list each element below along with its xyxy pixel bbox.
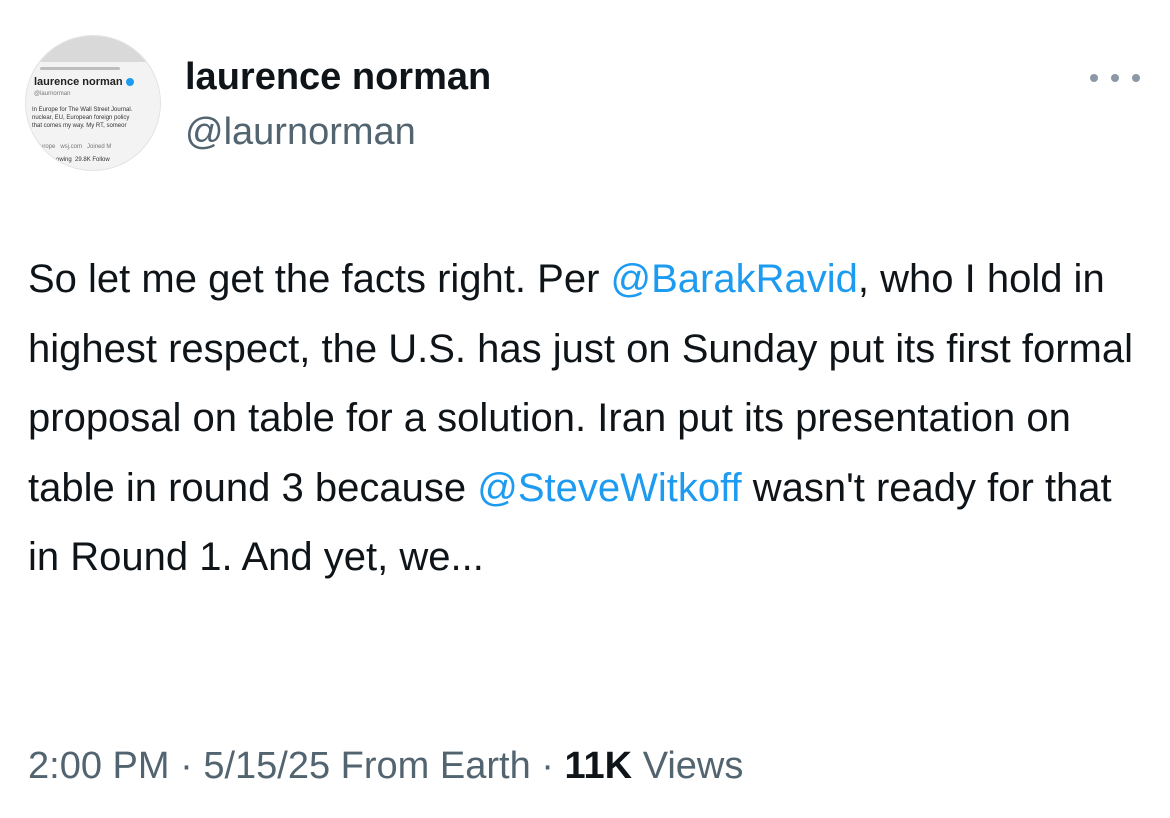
views-label: Views [642, 745, 744, 787]
tweet-text: So let me get the facts right. Per @Bara… [28, 245, 1153, 593]
more-dot [1132, 74, 1140, 82]
avatar-line [40, 67, 120, 70]
author-display-name[interactable]: laurence norman [185, 55, 491, 99]
avatar-header-bar [26, 36, 160, 62]
mention-barakravid[interactable]: @BarakRavid [611, 257, 858, 301]
tweet-meta: 2:00 PM · 5/15/25 From Earth · 11K Views [28, 738, 743, 794]
verified-icon [125, 78, 134, 87]
mention-stevewitkoff[interactable]: @SteveWitkoff [477, 466, 741, 510]
views-count: 11K [564, 745, 633, 787]
separator: · [541, 745, 554, 787]
separator: · [180, 745, 193, 787]
avatar-meta: Europe wsj.com Joined M [36, 144, 112, 150]
more-dot [1090, 74, 1098, 82]
avatar[interactable]: laurence norman @laurnorman In Europe fo… [25, 35, 161, 171]
tweet-time[interactable]: 2:00 PM [28, 745, 170, 787]
avatar-name: laurence norman [34, 76, 134, 88]
more-dot [1111, 74, 1119, 82]
tweet-text-segment: So let me get the facts right. Per [28, 257, 611, 301]
author-handle[interactable]: @laurnorman [185, 110, 416, 154]
tweet-date[interactable]: 5/15/25 [203, 745, 330, 787]
tweet-source: From Earth [340, 745, 531, 787]
avatar-bio: In Europe for The Wall Street Journal. n… [32, 107, 133, 129]
avatar-follow: owing 29.8K Follow [56, 157, 110, 163]
avatar-handle: @laurnorman [34, 91, 71, 97]
more-horizontal-icon[interactable] [1090, 68, 1140, 88]
